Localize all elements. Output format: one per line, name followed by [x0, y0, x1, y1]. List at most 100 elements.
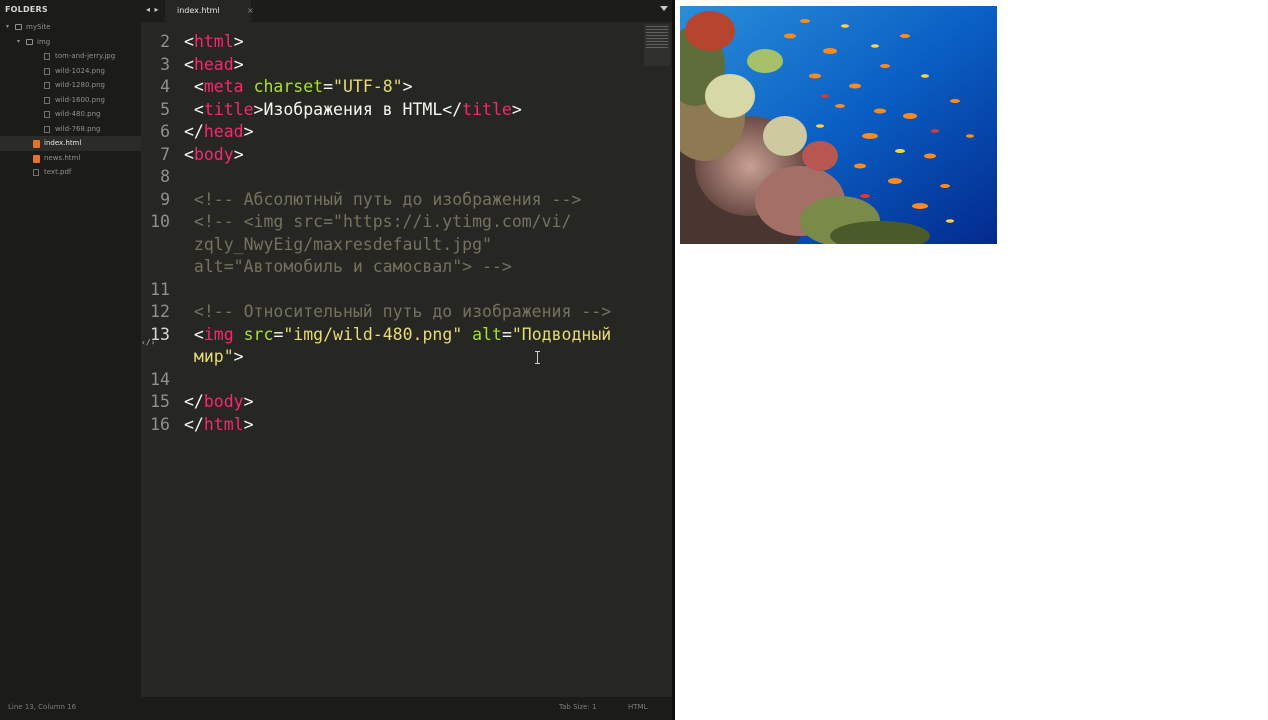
code-line[interactable]: 4 <meta charset="UTF-8">: [141, 76, 641, 99]
code-text: <!-- Абсолютный путь до изображения -->: [184, 189, 581, 212]
chevron-down-icon[interactable]: ▾: [17, 35, 20, 50]
sidebar-item-label: tom-and-jerry.jpg: [55, 52, 116, 60]
sidebar-file[interactable]: wild-768.png: [0, 122, 141, 137]
sidebar-item-label: news.html: [44, 153, 81, 162]
sidebar-file[interactable]: wild-480.png: [0, 107, 141, 122]
code-token: <: [184, 144, 194, 164]
sidebar-folder[interactable]: ▾ img: [0, 35, 141, 50]
browser-preview: [675, 0, 1268, 720]
code-line[interactable]: 5 <title>Изображения в HTML</title>: [141, 99, 641, 122]
tab-menu-dropdown-icon[interactable]: [660, 6, 668, 11]
line-number: 11: [150, 279, 170, 299]
sidebar-file[interactable]: text.pdf: [0, 165, 141, 180]
code-text: </head>: [184, 121, 254, 144]
code-token: body: [203, 392, 244, 411]
code-line[interactable]: 12 <!-- Относительный путь до изображени…: [141, 301, 641, 324]
code-line[interactable]: 2 <html>: [141, 31, 641, 54]
file-icon: [44, 53, 50, 60]
line-number: 4: [160, 77, 170, 96]
cursor-position: Line 13, Column 16: [8, 703, 77, 711]
code-text: </body>: [184, 391, 254, 414]
sidebar-file[interactable]: news.html: [0, 151, 141, 166]
line-number: 3: [160, 54, 170, 74]
sidebar-item-label: wild-480.png: [55, 110, 101, 118]
code-line[interactable]: 9 <!-- Абсолютный путь до изображения --…: [141, 189, 641, 212]
close-tab-icon[interactable]: ×: [247, 6, 254, 15]
code-area[interactable]: 2 <html> 3 < head > 4 <meta charset="UTF-8"> 5 …: [141, 31, 641, 436]
code-text: <body>: [184, 144, 244, 167]
file-tree: ▾ mySite ▾ img tom-and-jerry.jpg wild-1024.pn…: [0, 20, 141, 180]
sidebar: FOLDERS ▾ mySite ▾ img tom-and-jerry.jpg wild…: [0, 0, 141, 697]
code-text: alt="Автомобиль и самосвал"> -->: [184, 256, 512, 279]
tab-size-indicator[interactable]: Tab Size: 1: [559, 703, 596, 711]
code-line[interactable]: 7 <body>: [141, 144, 641, 167]
chevron-down-icon[interactable]: ▾: [6, 20, 9, 35]
code-token: =: [273, 324, 284, 344]
code-line[interactable]: 10 <!-- <img src="https://i.ytimg.com/vi…: [141, 211, 641, 234]
sidebar-file[interactable]: tom-and-jerry.jpg: [0, 49, 141, 64]
code-token: body: [193, 144, 234, 164]
code-line[interactable]: 16 </html>: [141, 414, 641, 437]
code-token: <: [184, 54, 194, 74]
sidebar-item-label: wild-1600.png: [55, 95, 105, 104]
folders-header: FOLDERS: [5, 5, 48, 14]
code-token: </: [184, 392, 204, 411]
code-token: html: [193, 32, 234, 51]
code-line[interactable]: 6 </head>: [141, 121, 641, 144]
sidebar-folder[interactable]: ▾ mySite: [0, 20, 141, 35]
code-token: alt="Автомобиль и самосвал"> -->: [184, 257, 512, 276]
file-icon: [44, 96, 50, 104]
code-token: </: [184, 414, 204, 434]
code-text: мир">: [184, 346, 244, 369]
code-token: img: [203, 324, 234, 344]
code-token: "UTF-8": [333, 77, 403, 96]
sidebar-item-label: wild-1280.png: [55, 81, 105, 89]
code-line[interactable]: alt="Автомобиль и самосвал"> -->: [141, 256, 641, 279]
file-icon: [44, 111, 50, 118]
sidebar-item-label: index.html: [44, 139, 82, 147]
code-token: src: [243, 324, 274, 344]
code-token: charset: [253, 77, 324, 96]
underwater-image: [680, 6, 997, 244]
code-line[interactable]: 13 ‹/› <img src="img/wild-480.png" alt="П…: [141, 324, 641, 347]
code-line[interactable]: 8: [141, 166, 641, 189]
sidebar-file[interactable]: wild-1024.png: [0, 64, 141, 79]
code-token: head: [203, 122, 244, 141]
code-token: мир": [184, 347, 234, 366]
code-token: </: [184, 122, 204, 141]
code-token: title: [203, 99, 254, 119]
sidebar-item-label: wild-768.png: [55, 124, 101, 133]
code-line[interactable]: 14: [141, 369, 641, 392]
file-icon: [44, 125, 50, 133]
status-bar: Line 13, Column 16 Tab Size: 1 HTML: [0, 697, 672, 720]
code-token: <!-- Относительный путь до изображения -…: [184, 302, 612, 321]
code-token: >: [233, 32, 244, 51]
code-line[interactable]: zqly_NwyEig/maxresdefault.jpg": [141, 234, 641, 257]
folder-icon: [15, 24, 22, 30]
code-editor[interactable]: ◂ ▸ index.html × 2 <html> 3 < head > 4 <meta c…: [141, 0, 672, 697]
code-token: zqly_NwyEig/maxresdefault.jpg": [184, 234, 492, 254]
tab-label: index.html: [177, 6, 220, 15]
code-line[interactable]: мир">: [141, 346, 641, 369]
line-number: 7: [160, 144, 170, 164]
folder-icon: [26, 38, 33, 45]
line-number: 16: [150, 414, 170, 434]
minimap[interactable]: [644, 24, 670, 66]
code-line[interactable]: 11: [141, 279, 641, 302]
tab-index-html[interactable]: index.html ×: [165, 0, 254, 22]
sidebar-file[interactable]: wild-1600.png: [0, 93, 141, 108]
syntax-indicator[interactable]: HTML: [628, 703, 647, 711]
code-token: <: [184, 77, 204, 96]
line-number: 8: [160, 167, 170, 186]
sidebar-file[interactable]: index.html: [0, 136, 141, 151]
line-number: 12: [150, 302, 170, 321]
code-text: <title>Изображения в HTML</title>: [184, 99, 522, 122]
code-line[interactable]: 3 <head>: [141, 54, 641, 77]
tab-nav-arrows[interactable]: ◂ ▸: [146, 5, 160, 14]
sidebar-file[interactable]: wild-1280.png: [0, 78, 141, 93]
code-line[interactable]: 15 </body>: [141, 391, 641, 414]
line-number: 2: [160, 32, 170, 51]
file-icon: [44, 82, 50, 89]
